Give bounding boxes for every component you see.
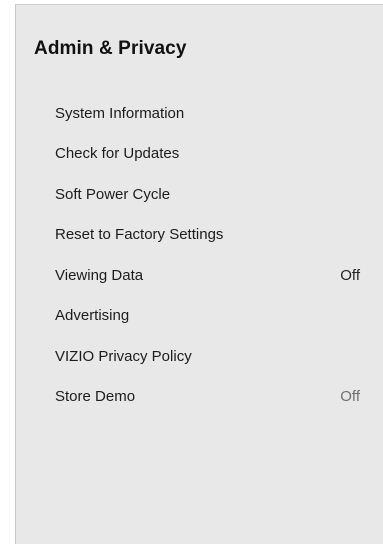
menu-item-label: Advertising xyxy=(55,307,130,325)
settings-menu-panel: Admin & Privacy System Information Check… xyxy=(15,4,383,544)
menu-item-vizio-privacy-policy[interactable]: VIZIO Privacy Policy xyxy=(16,336,383,377)
menu-item-label: Viewing Data xyxy=(55,266,144,284)
menu-item-viewing-data[interactable]: Viewing Data Off xyxy=(16,255,383,296)
menu-item-label: Soft Power Cycle xyxy=(55,185,171,203)
menu-item-label: Check for Updates xyxy=(55,145,180,163)
menu-item-soft-power-cycle[interactable]: Soft Power Cycle xyxy=(16,174,383,215)
menu-list: System Information Check for Updates Sof… xyxy=(16,93,383,417)
menu-item-reset-to-factory-settings[interactable]: Reset to Factory Settings xyxy=(16,215,383,256)
menu-item-label: System Information xyxy=(55,104,185,122)
menu-title: Admin & Privacy xyxy=(34,38,187,59)
viewing-data-status: Off xyxy=(340,266,360,284)
menu-item-check-for-updates[interactable]: Check for Updates xyxy=(16,134,383,175)
menu-item-label: Store Demo xyxy=(55,388,136,406)
menu-item-label: Reset to Factory Settings xyxy=(55,226,224,244)
menu-item-system-information[interactable]: System Information xyxy=(16,93,383,134)
menu-item-advertising[interactable]: Advertising xyxy=(16,296,383,337)
menu-item-label: VIZIO Privacy Policy xyxy=(55,347,192,365)
store-demo-status: Off xyxy=(340,388,360,406)
menu-item-store-demo[interactable]: Store Demo Off xyxy=(16,377,383,418)
